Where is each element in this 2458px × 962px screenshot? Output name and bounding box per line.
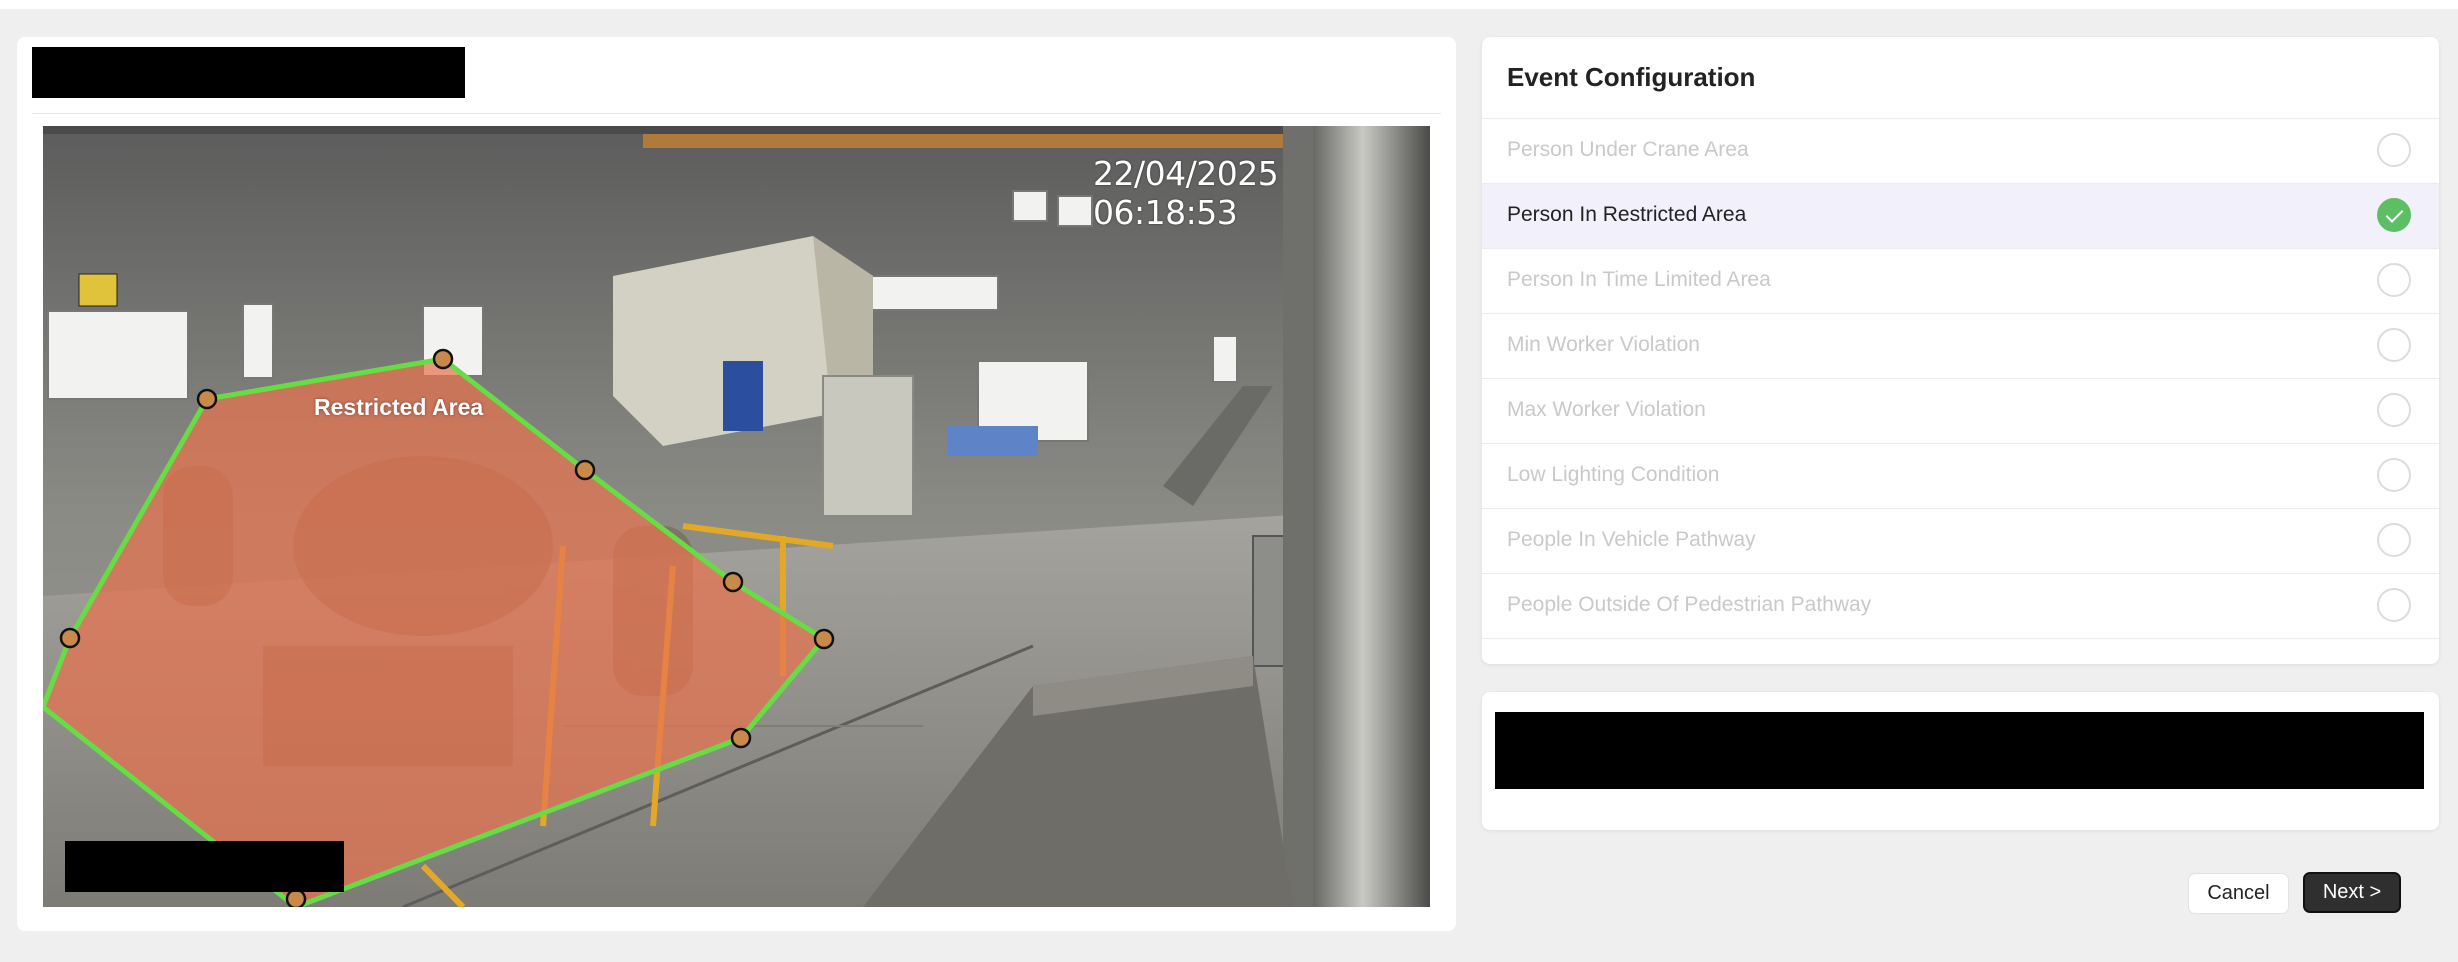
event-label: Person In Time Limited Area [1507,268,1771,291]
zone-vertex-handle [432,348,454,370]
event-configuration-panel: Event Configuration Person Under Crane A… [1482,37,2439,664]
event-option-people-in-vehicle-pathway[interactable]: People In Vehicle Pathway [1482,508,2439,573]
event-option-person-under-crane-area[interactable]: Person Under Crane Area [1482,118,2439,183]
event-option-person-in-time-limited-area[interactable]: Person In Time Limited Area [1482,248,2439,313]
event-option-person-in-restricted-area[interactable]: Person In Restricted Area [1482,183,2439,248]
divider [32,113,1441,114]
next-button[interactable]: Next > [2303,872,2401,913]
details-card [1482,692,2439,830]
zone-vertex-handle [730,727,752,749]
radio-unchecked-icon[interactable] [2377,458,2411,492]
event-label: Min Worker Violation [1507,333,1700,356]
zone-vertex-handle [722,571,744,593]
event-option-min-worker-violation[interactable]: Min Worker Violation [1482,313,2439,378]
event-label: Low Lighting Condition [1507,463,1720,486]
event-option-max-worker-violation[interactable]: Max Worker Violation [1482,378,2439,443]
camera-feed[interactable]: 22/04/2025 06:18:53 Restricted Area [43,126,1430,907]
radio-unchecked-icon[interactable] [2377,263,2411,297]
event-list: Person Under Crane Area Person In Restri… [1482,118,2439,639]
top-bar [0,0,2458,9]
redacted-camera-caption [65,841,344,892]
event-option-people-outside-of-pedestrian-pathway[interactable]: People Outside Of Pedestrian Pathway [1482,573,2439,639]
factory-scene-image [43,126,1430,907]
event-label: Person Under Crane Area [1507,138,1749,161]
zone-label: Restricted Area [314,394,484,420]
event-label: Max Worker Violation [1507,398,1706,421]
radio-unchecked-icon[interactable] [2377,523,2411,557]
event-option-low-lighting-condition[interactable]: Low Lighting Condition [1482,443,2439,508]
radio-unchecked-icon[interactable] [2377,328,2411,362]
event-label: People Outside Of Pedestrian Pathway [1507,593,1872,616]
zone-vertex-handle [285,888,307,907]
panel-title: Event Configuration [1507,62,1756,92]
cancel-button[interactable]: Cancel [2188,873,2289,914]
redacted-camera-title [32,47,465,98]
zone-vertex-handle [59,627,81,649]
zone-vertex-handle [196,388,218,410]
check-circle-icon[interactable] [2377,198,2411,232]
radio-unchecked-icon[interactable] [2377,588,2411,622]
zone-vertex-handle [813,628,835,650]
camera-timestamp: 22/04/2025 06:18:53 [1093,154,1279,232]
radio-unchecked-icon[interactable] [2377,393,2411,427]
camera-preview-card: 22/04/2025 06:18:53 Restricted Area [17,37,1456,931]
event-label: People In Vehicle Pathway [1507,528,1756,551]
radio-unchecked-icon[interactable] [2377,133,2411,167]
zone-vertex-handle [574,459,596,481]
event-label: Person In Restricted Area [1507,203,1747,226]
redacted-details [1495,712,2424,789]
